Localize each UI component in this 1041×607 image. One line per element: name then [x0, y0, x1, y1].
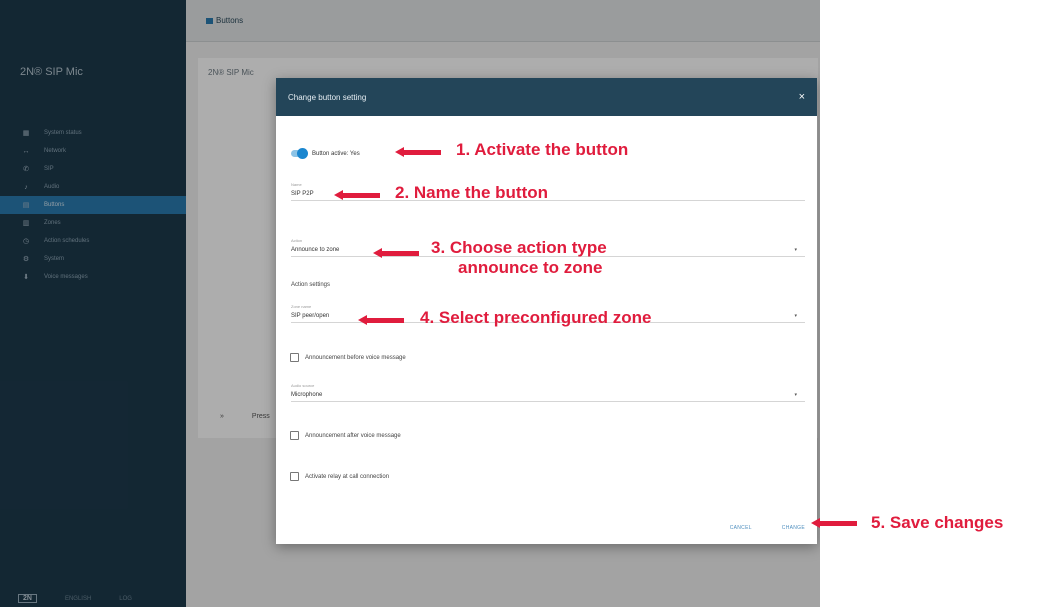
audio-source-select[interactable]: Audio source Microphone ▾ — [291, 383, 805, 402]
annotation-step-1: 1. Activate the button — [456, 140, 629, 159]
dialog-title: Change button setting — [288, 92, 367, 102]
chevron-down-icon: ▾ — [794, 313, 797, 319]
activate-relay-checkbox[interactable] — [290, 472, 299, 481]
chevron-down-icon: ▾ — [794, 392, 797, 398]
announcement-before-label: Announcement before voice message — [305, 354, 406, 361]
annotation-step-4: 4. Select preconfigured zone — [420, 308, 652, 327]
announcement-before-row: Announcement before voice message — [290, 353, 406, 362]
close-icon[interactable]: × — [799, 91, 805, 103]
annotation-arrow-2 — [334, 190, 380, 200]
web-app: 2N® SIP Mic ▦ System status ↔ Network ✆ SIP… — [0, 0, 820, 607]
dialog-header: Change button setting × — [276, 78, 817, 116]
announcement-before-checkbox[interactable] — [290, 353, 299, 362]
action-settings-heading: Action settings — [291, 282, 331, 288]
annotation-arrow-4 — [358, 315, 404, 325]
annotation-arrow-1 — [395, 147, 441, 157]
arrow-head-icon — [334, 190, 343, 200]
arrow-head-icon — [811, 518, 820, 528]
annotated-screenshot: 2N® SIP Mic ▦ System status ↔ Network ✆ SIP… — [0, 0, 1041, 607]
arrow-head-icon — [358, 315, 367, 325]
annotation-step-2: 2. Name the button — [395, 183, 549, 202]
dialog-actions: CANCEL CHANGE — [730, 525, 805, 531]
annotation-step-3: 3. Choose action type — [431, 238, 607, 257]
annotation-step-3-sub: announce to zone — [458, 258, 603, 277]
annotation-arrow-5 — [811, 518, 857, 528]
arrow-head-icon — [395, 147, 404, 157]
annotation-step-5: 5. Save changes — [871, 513, 1004, 532]
change-button[interactable]: CHANGE — [782, 525, 805, 531]
button-active-toggle-row: Button active: Yes — [291, 148, 360, 159]
arrow-head-icon — [373, 248, 382, 258]
activate-relay-label: Activate relay at call connection — [305, 473, 390, 480]
chevron-down-icon: ▾ — [794, 247, 797, 253]
cancel-button[interactable]: CANCEL — [730, 525, 752, 531]
toggle-label: Button active: Yes — [312, 150, 360, 157]
annotation-arrow-3 — [373, 248, 419, 258]
announcement-after-label: Announcement after voice message — [305, 432, 401, 439]
announcement-after-checkbox[interactable] — [290, 431, 299, 440]
activate-relay-row: Activate relay at call connection — [290, 472, 389, 481]
audio-source-value: Microphone — [291, 392, 323, 398]
button-active-toggle[interactable] — [291, 148, 308, 159]
announcement-after-row: Announcement after voice message — [290, 431, 401, 440]
toggle-knob — [297, 148, 308, 159]
